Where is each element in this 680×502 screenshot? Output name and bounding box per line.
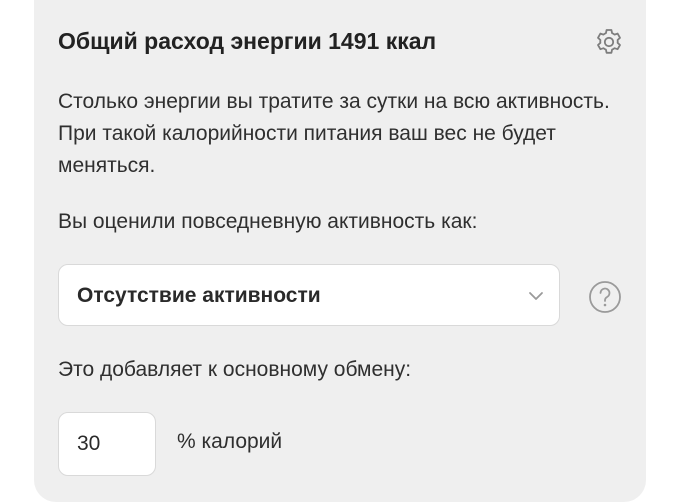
activity-label: Вы оценили повседневную активность как: <box>58 210 478 233</box>
card-description: Столько энергии вы тратите за сутки на в… <box>58 90 610 177</box>
question-circle-icon[interactable] <box>588 280 622 314</box>
chevron-down-icon <box>529 292 543 300</box>
adds-to-metabolism-label: Это добавляет к основному обмену: <box>58 358 412 381</box>
activity-select[interactable]: Отсутствие активности <box>58 264 560 326</box>
gear-icon[interactable] <box>594 27 624 57</box>
percent-unit-label: % калорий <box>177 430 283 453</box>
activity-select-value: Отсутствие активности <box>77 284 321 307</box>
percent-input[interactable] <box>58 412 156 476</box>
card-title: Общий расход энергии 1491 ккал <box>58 28 437 54</box>
